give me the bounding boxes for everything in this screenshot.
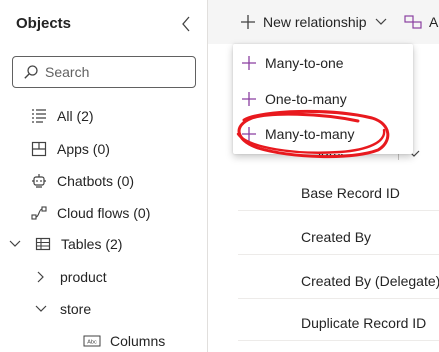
tree-item-label: store [60,301,92,317]
relationship-icon [404,14,422,30]
columns-icon: Abc [83,332,101,350]
menu-item-one-to-many[interactable]: One-to-many [233,81,413,117]
tree-item-tables[interactable]: Tables (2) [8,228,122,260]
table-icon [34,235,52,253]
chevron-left-icon [182,16,190,32]
menu-item-label: Many-to-many [265,126,355,142]
table-row[interactable]: Base Record ID [238,177,439,211]
relationship-action-button[interactable]: A [404,12,438,32]
table-row[interactable]: Created By [238,221,439,255]
chevron-down-icon[interactable] [34,302,48,316]
chevron-down-icon [375,18,387,26]
tree-item-product[interactable]: product [34,261,107,293]
tree-item-label: Cloud flows (0) [57,205,151,221]
tree-item-apps[interactable]: Apps (0) [30,133,110,165]
panel-header: Objects [16,14,196,34]
row-label: Duplicate Record ID [301,315,427,331]
tree-item-label: All (2) [57,108,94,124]
flow-icon [30,204,48,222]
table-row[interactable]: Duplicate Record ID [238,307,439,341]
plus-icon [239,124,259,144]
menu-item-many-to-many[interactable]: Many-to-many [233,116,413,152]
search-box[interactable] [12,56,196,88]
table-row[interactable]: Created By (Delegate) [238,265,439,299]
row-label: Base Record ID [301,185,400,201]
bot-icon [30,172,48,190]
plus-icon [240,14,256,30]
search-icon [24,65,38,79]
plus-icon [239,53,259,73]
menu-item-many-to-one[interactable]: Many-to-one [233,45,413,81]
tree-item-label: product [60,269,107,285]
plus-icon [239,89,259,109]
new-relationship-label: New relationship [263,14,367,30]
tree-item-label: Columns [110,333,166,349]
collapse-panel-button[interactable] [176,14,196,34]
tree-item-cloud-flows[interactable]: Cloud flows (0) [30,197,150,229]
action-label-truncated: A [429,14,439,30]
chevron-right-icon[interactable] [34,270,48,284]
search-input[interactable] [45,64,185,80]
tree-item-store[interactable]: store [34,293,91,325]
tree-item-label: Tables (2) [61,236,123,252]
tree-item-columns[interactable]: Abc Columns [83,325,165,352]
new-relationship-menu: Many-to-one One-to-many Many-to-many [233,44,413,154]
row-label: Created By [301,229,372,245]
list-icon [30,107,48,125]
objects-panel: Objects All (2) Apps (0) Chatbots (0) [0,0,208,352]
new-relationship-button[interactable]: New relationship [240,12,387,32]
svg-text:Abc: Abc [87,340,97,346]
tree-item-chatbots[interactable]: Chatbots (0) [30,165,134,197]
apps-icon [30,140,48,158]
row-label: Created By (Delegate) [301,273,439,289]
menu-item-label: Many-to-one [265,55,344,71]
tree-item-label: Chatbots (0) [57,173,135,189]
tree-item-label: Apps (0) [57,141,110,157]
tree-item-all[interactable]: All (2) [30,100,94,132]
command-bar: New relationship A [208,0,439,44]
chevron-down-icon[interactable] [8,237,22,251]
menu-item-label: One-to-many [265,91,347,107]
panel-title: Objects [16,15,72,32]
